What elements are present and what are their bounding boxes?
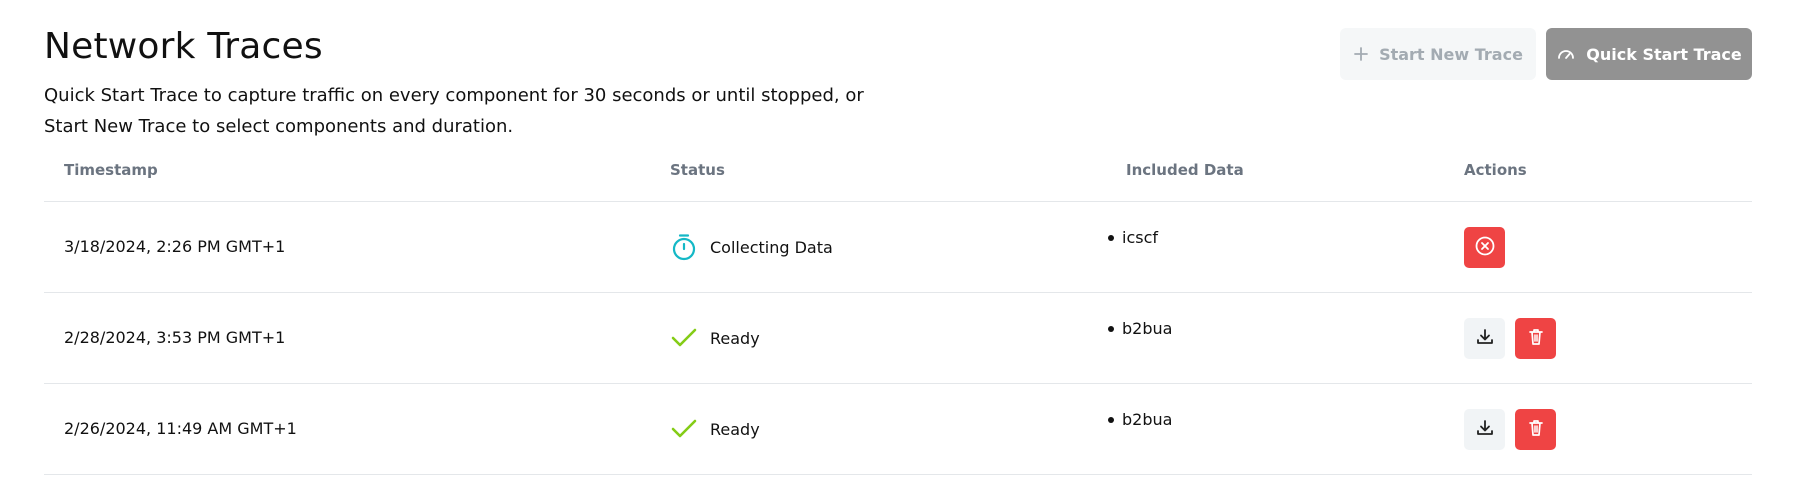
check-icon [670,415,698,443]
page-title: Network Traces [44,26,323,67]
column-header-included-data[interactable]: Included Data [1126,161,1244,179]
stopwatch-icon [670,233,698,261]
status-label: Ready [710,419,760,439]
included-data-item: b2bua [1122,410,1173,429]
included-data-cell: b2bua [1108,319,1172,338]
delete-button[interactable] [1515,318,1556,359]
table-header: Timestamp Status Included Data Actions [44,144,1752,202]
page-description: Quick Start Trace to capture traffic on … [44,85,864,137]
status-cell: Ready [670,324,760,352]
column-header-timestamp[interactable]: Timestamp [64,161,158,179]
bullet-icon [1108,325,1114,332]
timestamp-cell: 2/26/2024, 11:49 AM GMT+1 [64,419,297,438]
trash-icon [1526,418,1546,442]
delete-button[interactable] [1515,409,1556,450]
table-row: 2/26/2024, 11:49 AM GMT+1 Ready b2bua [44,384,1752,475]
stop-trace-button[interactable] [1464,227,1505,268]
gauge-icon [1556,44,1576,64]
quick-start-trace-button[interactable]: Quick Start Trace [1546,28,1752,80]
column-header-actions: Actions [1464,161,1527,179]
start-new-trace-button[interactable]: Start New Trace [1340,28,1536,80]
status-cell: Ready [670,415,760,443]
included-data-cell: icscf [1108,228,1158,247]
included-data-cell: b2bua [1108,410,1172,429]
status-cell: Collecting Data [670,233,833,261]
timestamp-cell: 2/28/2024, 3:53 PM GMT+1 [64,328,286,347]
download-icon [1475,418,1495,442]
actions-cell [1464,227,1505,268]
table-row: 2/28/2024, 3:53 PM GMT+1 Ready b2bua [44,293,1752,384]
table-row: 3/18/2024, 2:26 PM GMT+1 Collecting Data… [44,202,1752,293]
included-data-item: icscf [1122,228,1159,247]
network-traces-page: Network Traces Quick Start Trace to capt… [0,0,1800,481]
check-icon [670,324,698,352]
traces-table: Timestamp Status Included Data Actions 3… [44,144,1752,475]
quick-start-trace-label: Quick Start Trace [1586,44,1742,64]
status-label: Collecting Data [710,237,833,257]
close-circle-icon [1474,235,1496,261]
bullet-icon [1108,234,1114,241]
start-new-trace-label: Start New Trace [1379,44,1523,64]
trash-icon [1526,327,1546,351]
bullet-icon [1108,416,1114,423]
actions-cell [1464,409,1556,450]
column-header-status[interactable]: Status [670,161,725,179]
download-icon [1475,327,1495,351]
included-data-item: b2bua [1122,319,1173,338]
download-button[interactable] [1464,318,1505,359]
actions-cell [1464,318,1556,359]
plus-icon [1353,46,1369,62]
download-button[interactable] [1464,409,1505,450]
status-label: Ready [710,328,760,348]
timestamp-cell: 3/18/2024, 2:26 PM GMT+1 [64,237,286,256]
